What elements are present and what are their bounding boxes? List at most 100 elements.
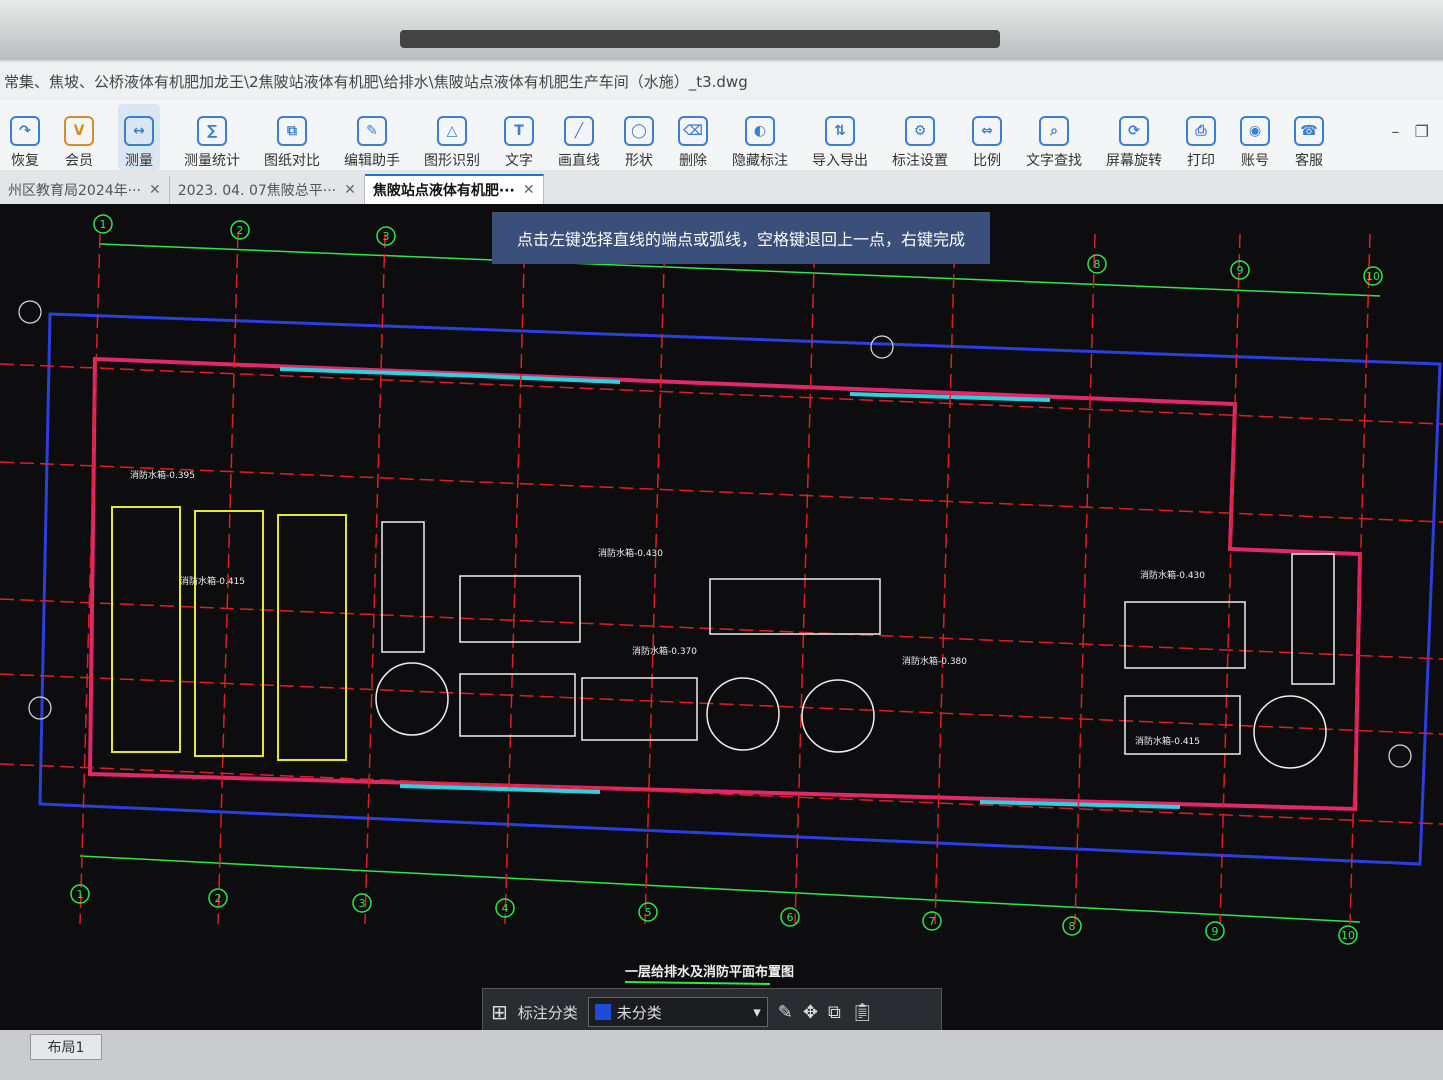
navigation-crosshair (18, 300, 42, 324)
layout-tab-label: 布局1 (47, 1040, 85, 1056)
equipment-block (459, 673, 576, 737)
document-tab[interactable]: 焦陂站点液体有机肥··· ✕ (364, 174, 544, 204)
toolbar-button-shape-recognition[interactable]: △ 图形识别 (424, 104, 480, 170)
toolbar-button-support[interactable]: ☎ 客服 (1294, 104, 1324, 170)
layout-bar: 布局1 (0, 1030, 1443, 1080)
toolbar-button-hide-annotation[interactable]: ◐ 隐藏标注 (732, 104, 788, 170)
navigation-crosshair (1388, 744, 1412, 768)
ruler-icon: ↔ (124, 116, 154, 146)
toolbar-button-label: 图纸对比 (264, 153, 320, 169)
redo-icon: ↷ (10, 116, 40, 146)
toolbar-button-account[interactable]: ◉ 账号 (1240, 104, 1270, 170)
drawing-note: 消防水箱-0.430 (598, 547, 663, 559)
axis-grid-line (644, 233, 666, 925)
toolbar-button-import-export[interactable]: ⇅ 导入导出 (812, 104, 868, 170)
chevron-down-icon: ▾ (753, 1003, 761, 1021)
toolbar-button-rotate-screen[interactable]: ⟳ 屏幕旋转 (1106, 104, 1162, 170)
window-controls[interactable]: – ❐ (1391, 122, 1429, 141)
move-icon[interactable]: ✥ (803, 1002, 818, 1023)
outer-wall-outline (38, 312, 1442, 866)
stair-block (1291, 553, 1335, 685)
axis-bubble-label: 9 (1237, 264, 1244, 277)
close-icon[interactable]: ✕ (344, 182, 356, 198)
drawing-note: 消防水箱-0.430 (1140, 569, 1205, 581)
minimize-icon[interactable]: – (1391, 122, 1399, 141)
command-hint-text: 点击左键选择直线的端点或弧线，空格键退回上一点，右键完成 (516, 230, 965, 249)
axis-bubble-label: 9 (1212, 925, 1219, 938)
edit-assistant-icon: ✎ (357, 116, 387, 146)
toolbar-button-eraser[interactable]: ⌫ 删除 (678, 104, 708, 170)
toolbar-button-print[interactable]: ⎙ 打印 (1186, 104, 1216, 170)
import-export-icon: ⇅ (825, 116, 855, 146)
toolbar-button-label: 形状 (625, 153, 653, 169)
axis-grid-line (1074, 233, 1096, 925)
drawing-title: 一层给排水及消防平面布置图 (625, 964, 794, 980)
cad-drawing-canvas[interactable]: 1 2 3 8 9 10 1 2 3 4 5 6 7 8 9 10 消防水箱-0.395 消防水箱-0.415 消防… (0, 204, 1443, 1030)
axis-grid-line (0, 461, 1443, 523)
shape-recognition-icon: △ (437, 116, 467, 146)
close-icon[interactable]: ✕ (149, 182, 161, 198)
water-tank-outline (277, 514, 347, 761)
axis-bubble-label: 2 (215, 892, 222, 905)
axis-bubble-label: 2 (237, 224, 244, 237)
drawing-note: 消防水箱-0.395 (130, 469, 195, 481)
toolbar-button-vip[interactable]: V 会员 (64, 104, 94, 170)
equipment-block (459, 575, 581, 643)
command-hint-tooltip: 点击左键选择直线的端点或弧线，空格键退回上一点，右键完成 (492, 212, 990, 264)
text-icon: T (504, 116, 534, 146)
restore-icon[interactable]: ❐ (1415, 122, 1429, 141)
axis-grid-line (0, 598, 1443, 660)
toolbar-button-annotation-settings[interactable]: ⚙ 标注设置 (892, 104, 948, 170)
edit-icon[interactable]: ✎ (778, 1002, 793, 1023)
grid-icon[interactable]: ⊞ (491, 1000, 508, 1024)
document-tab[interactable]: 州区教育局2024年··· ✕ (0, 176, 170, 204)
axis-bubble-label: 3 (359, 897, 366, 910)
paste-icon[interactable]: 📋︎ (851, 1002, 874, 1023)
axis-bubble-label: 4 (502, 902, 509, 915)
eraser-icon: ⌫ (678, 116, 708, 146)
axis-bubble-label: 7 (929, 915, 936, 928)
category-select[interactable]: 未分类 ▾ (587, 997, 768, 1027)
toolbar-button-redo[interactable]: ↷ 恢复 (10, 104, 40, 170)
toolbar-button-label: 屏幕旋转 (1106, 153, 1162, 169)
toolbar-button-label: 客服 (1295, 153, 1323, 169)
toolbar-button-text-search[interactable]: ⌕ 文字查找 (1026, 104, 1082, 170)
window-title: 常集、焦坡、公桥液体有机肥加龙王\2焦陂站液体有机肥\给排水\焦陂站点液体有机肥… (4, 72, 748, 91)
compare-icon: ⧉ (277, 116, 307, 146)
annotation-settings-icon: ⚙ (905, 116, 935, 146)
scale-icon: ⇔ (972, 116, 1002, 146)
layout-tab[interactable]: 布局1 (30, 1034, 102, 1060)
toolbar-button-label: 测量 (125, 153, 153, 169)
cad-drawing-svg[interactable]: 1 2 3 8 9 10 1 2 3 4 5 6 7 8 9 10 消防水箱-0.395 消防水箱-0.415 消防… (0, 204, 1443, 1030)
toolbar-button-label: 删除 (679, 153, 707, 169)
toolbar-button-line[interactable]: ╱ 画直线 (558, 104, 600, 170)
axis-grid-line (934, 233, 956, 925)
shape-icon: ◯ (624, 116, 654, 146)
measure-stats-icon: ∑ (197, 116, 227, 146)
toolbar-button-shape[interactable]: ◯ 形状 (624, 104, 654, 170)
window-segment (279, 367, 621, 384)
annotation-category-bar: ⊞ 标注分类 未分类 ▾ ✎ ✥ ⧉ 📋︎ (482, 988, 942, 1036)
toolbar-button-measure-stats[interactable]: ∑ 测量统计 (184, 104, 240, 170)
axis-grid-line (504, 233, 526, 925)
close-icon[interactable]: ✕ (523, 182, 535, 198)
drawing-note: 消防水箱-0.370 (632, 645, 697, 657)
toolbar-button-edit-assistant[interactable]: ✎ 编辑助手 (344, 104, 400, 170)
axis-bubble-label: 10 (1341, 929, 1355, 942)
water-tank-outline (111, 506, 181, 753)
toolbar-button-label: 文字查找 (1026, 153, 1082, 169)
axis-bubble-label: 8 (1069, 920, 1076, 933)
copy-icon[interactable]: ⧉ (828, 1002, 841, 1023)
toolbar-button-text[interactable]: T 文字 (504, 104, 534, 170)
toolbar-button-label: 隐藏标注 (732, 153, 788, 169)
toolbar-button-ruler[interactable]: ↔ 测量 (118, 104, 160, 170)
line-icon: ╱ (564, 116, 594, 146)
toolbar-button-scale[interactable]: ⇔ 比例 (972, 104, 1002, 170)
category-label: 标注分类 (517, 1003, 578, 1022)
toolbar-button-compare[interactable]: ⧉ 图纸对比 (264, 104, 320, 170)
navigation-crosshair (28, 696, 52, 720)
support-icon: ☎ (1294, 116, 1324, 146)
document-tab[interactable]: 2023. 04. 07焦陂总平··· ✕ (170, 176, 365, 204)
rotate-screen-icon: ⟳ (1119, 116, 1149, 146)
toolbar-button-label: 测量统计 (184, 153, 240, 169)
